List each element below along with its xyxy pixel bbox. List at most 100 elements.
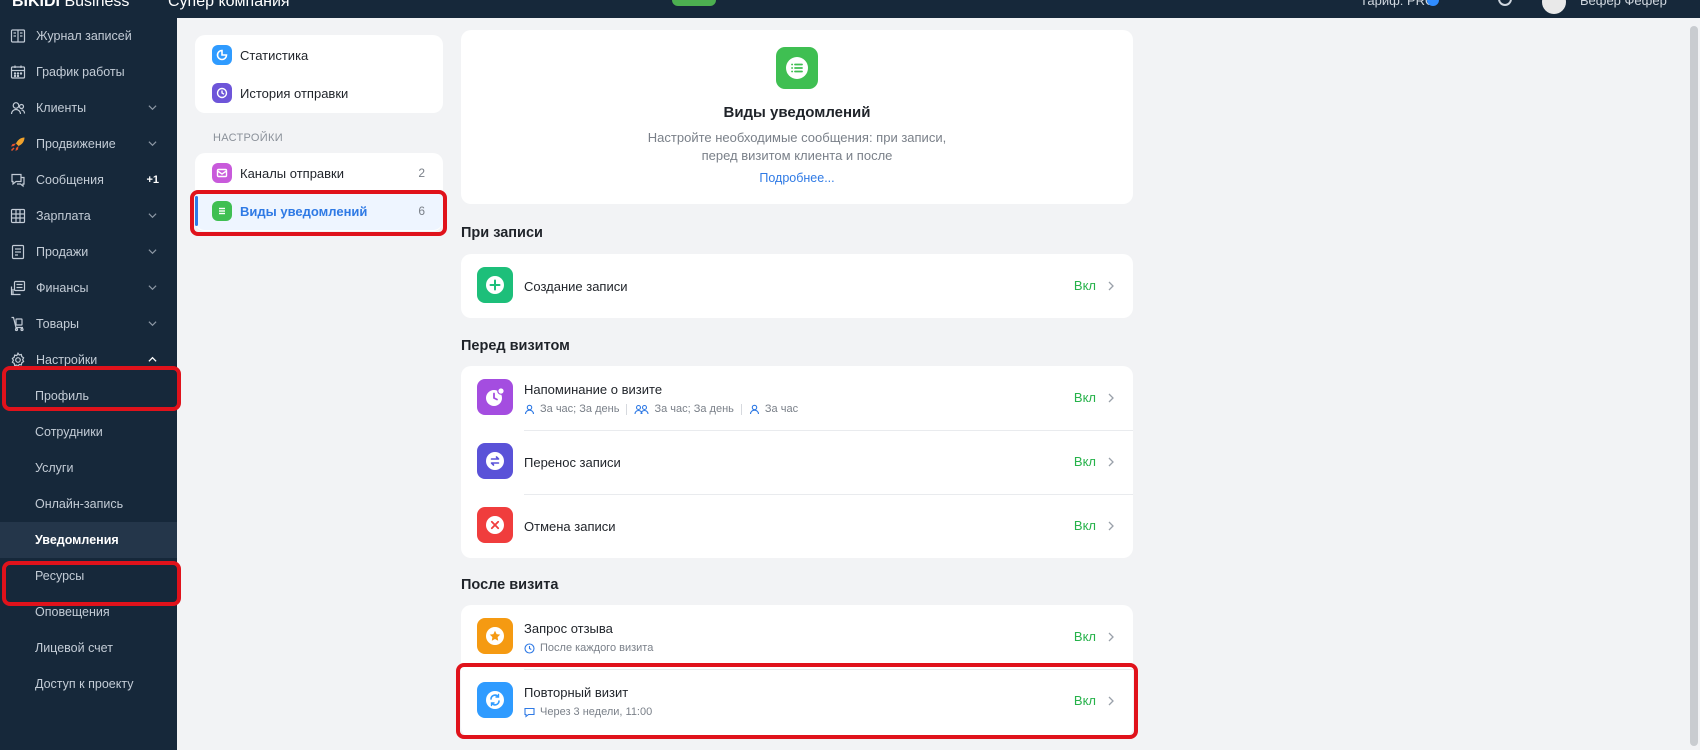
sidebar-sub-alerts[interactable]: Оповещения — [0, 594, 177, 630]
sidebar-sub-online-booking[interactable]: Онлайн-запись — [0, 486, 177, 522]
chevron-up-icon — [148, 356, 157, 362]
chevron-right-icon — [1108, 457, 1114, 467]
sidebar-item-journal[interactable]: Журнал записей — [0, 18, 177, 54]
reminder-clock-icon — [477, 379, 513, 415]
chevron-down-icon — [148, 321, 157, 327]
sidebar-item-clients[interactable]: Клиенты — [0, 90, 177, 126]
sidebar-item-finance[interactable]: Финансы — [0, 270, 177, 306]
notification-title: Повторный визит — [524, 685, 629, 700]
chevron-down-icon — [148, 213, 157, 219]
page-title: Виды уведомлений — [723, 104, 871, 121]
notification-title: Напоминание о визите — [524, 382, 663, 397]
notification-row-reminder[interactable]: Напоминание о визите За час; За день За … — [461, 366, 1133, 430]
submenu-item-notification-types[interactable]: Виды уведомлений 6 — [195, 192, 443, 230]
notification-title: Запрос отзыва — [524, 621, 613, 636]
sidebar-sub-profile[interactable]: Профиль — [0, 378, 177, 414]
sidebar-sub-account[interactable]: Лицевой счет — [0, 630, 177, 666]
brand-logo[interactable]: BIKIDI Business — [12, 0, 129, 11]
swap-icon — [477, 443, 513, 479]
company-name[interactable]: Супер компания — [168, 0, 290, 11]
notification-row-review[interactable]: Запрос отзыва После каждого визита Вкл — [461, 605, 1133, 669]
sidebar-item-goods[interactable]: Товары — [0, 306, 177, 342]
section-card-booking: Создание записи Вкл — [461, 254, 1133, 318]
sidebar-item-salary[interactable]: Зарплата — [0, 198, 177, 234]
section-card-before: Напоминание о визите За час; За день За … — [461, 366, 1133, 558]
sidebar-sub-access[interactable]: Доступ к проекту — [0, 666, 177, 702]
chat-icon — [9, 172, 27, 188]
chevron-right-icon — [1108, 696, 1114, 706]
chevron-down-icon — [148, 141, 157, 147]
clock-icon — [524, 642, 535, 654]
submenu-label: Статистика — [240, 47, 309, 63]
notification-row-repeat-visit[interactable]: Повторный визит Через 3 недели, 11:00 Вк… — [461, 669, 1133, 733]
sales-icon — [9, 244, 27, 260]
notification-row-reschedule[interactable]: Перенос записи Вкл — [461, 430, 1133, 494]
sidebar-item-label: График работы — [36, 65, 125, 79]
history-icon — [212, 83, 232, 103]
top-bar: BIKIDI Business Супер компания Тариф: PR… — [0, 0, 1700, 18]
sidebar-item-label: Журнал записей — [36, 29, 132, 43]
reminder-schedule: За час; За день За час; За день За час — [524, 403, 798, 415]
app-logo-icon — [672, 0, 716, 6]
user-name[interactable]: Бефер Фефер — [1580, 0, 1667, 8]
sidebar-sub-resources[interactable]: Ресурсы — [0, 558, 177, 594]
chevron-right-icon — [1108, 632, 1114, 642]
sidebar-item-label: Сообщения — [36, 173, 104, 187]
people-icon — [634, 404, 650, 414]
submenu-item-channels[interactable]: Каналы отправки 2 — [195, 154, 443, 192]
finance-icon — [9, 280, 27, 296]
sidebar-item-settings[interactable]: Настройки — [0, 342, 177, 378]
chevron-down-icon — [148, 285, 157, 291]
message-icon — [524, 707, 535, 718]
status-badge: Вкл — [1073, 454, 1096, 469]
channels-icon — [212, 163, 232, 183]
notification-types-count: 6 — [418, 204, 425, 218]
scrollbar[interactable] — [1690, 26, 1698, 746]
submenu-card-top: Статистика История отправки — [195, 35, 443, 113]
calendar-icon — [9, 64, 27, 80]
submenu-item-history[interactable]: История отправки — [195, 74, 443, 112]
chevron-right-icon — [1108, 393, 1114, 403]
notification-row-create[interactable]: Создание записи Вкл — [461, 254, 1133, 318]
goods-icon — [9, 316, 27, 332]
notification-types-icon — [212, 201, 232, 221]
section-title-booking: При записи — [461, 225, 543, 241]
avatar[interactable] — [1542, 0, 1566, 14]
sidebar-item-label: Зарплата — [36, 209, 91, 223]
sidebar-item-label: Товары — [36, 317, 79, 331]
sidebar-item-schedule[interactable]: График работы — [0, 54, 177, 90]
bell-icon[interactable] — [1498, 0, 1512, 6]
sidebar-sub-employees[interactable]: Сотрудники — [0, 414, 177, 450]
notification-title: Создание записи — [524, 279, 628, 294]
section-title-after: После визита — [461, 577, 559, 593]
tariff-label[interactable]: Тариф: PRO — [1360, 0, 1435, 8]
sidebar-item-messages[interactable]: Сообщения +1 — [0, 162, 177, 198]
sidebar-item-promotion[interactable]: Продвижение — [0, 126, 177, 162]
submenu-label: Виды уведомлений — [240, 203, 368, 219]
page-description: Настройте необходимые сообщения: при зап… — [647, 130, 947, 163]
sidebar-item-label: Продажи — [36, 245, 89, 259]
person-icon — [524, 404, 535, 414]
sidebar-sub-services[interactable]: Услуги — [0, 450, 177, 486]
cancel-icon — [477, 507, 513, 543]
sidebar-item-sales[interactable]: Продажи — [0, 234, 177, 270]
submenu-section-label: НАСТРОЙКИ — [213, 132, 283, 144]
rocket-icon — [9, 136, 27, 152]
section-title-before: Перед визитом — [461, 338, 570, 354]
submenu-item-statistics[interactable]: Статистика — [195, 36, 443, 74]
sidebar-item-label: Клиенты — [36, 101, 87, 115]
salary-icon — [9, 208, 27, 224]
statistics-icon — [212, 45, 232, 65]
person-icon — [749, 404, 759, 414]
notification-row-cancel[interactable]: Отмена записи Вкл — [461, 494, 1133, 558]
more-link[interactable]: Подробнее... — [461, 171, 1133, 185]
star-icon — [477, 618, 513, 654]
messages-badge: +1 — [146, 174, 159, 186]
submenu-label: Каналы отправки — [240, 165, 345, 181]
status-badge: Вкл — [1073, 518, 1096, 533]
clients-icon — [9, 100, 27, 116]
sidebar-sub-notifications[interactable]: Уведомления — [0, 522, 177, 558]
gear-icon — [9, 352, 27, 368]
sidebar: Журнал записей График работы Клиенты Про… — [0, 18, 177, 750]
sidebar-item-label: Настройки — [36, 353, 98, 367]
